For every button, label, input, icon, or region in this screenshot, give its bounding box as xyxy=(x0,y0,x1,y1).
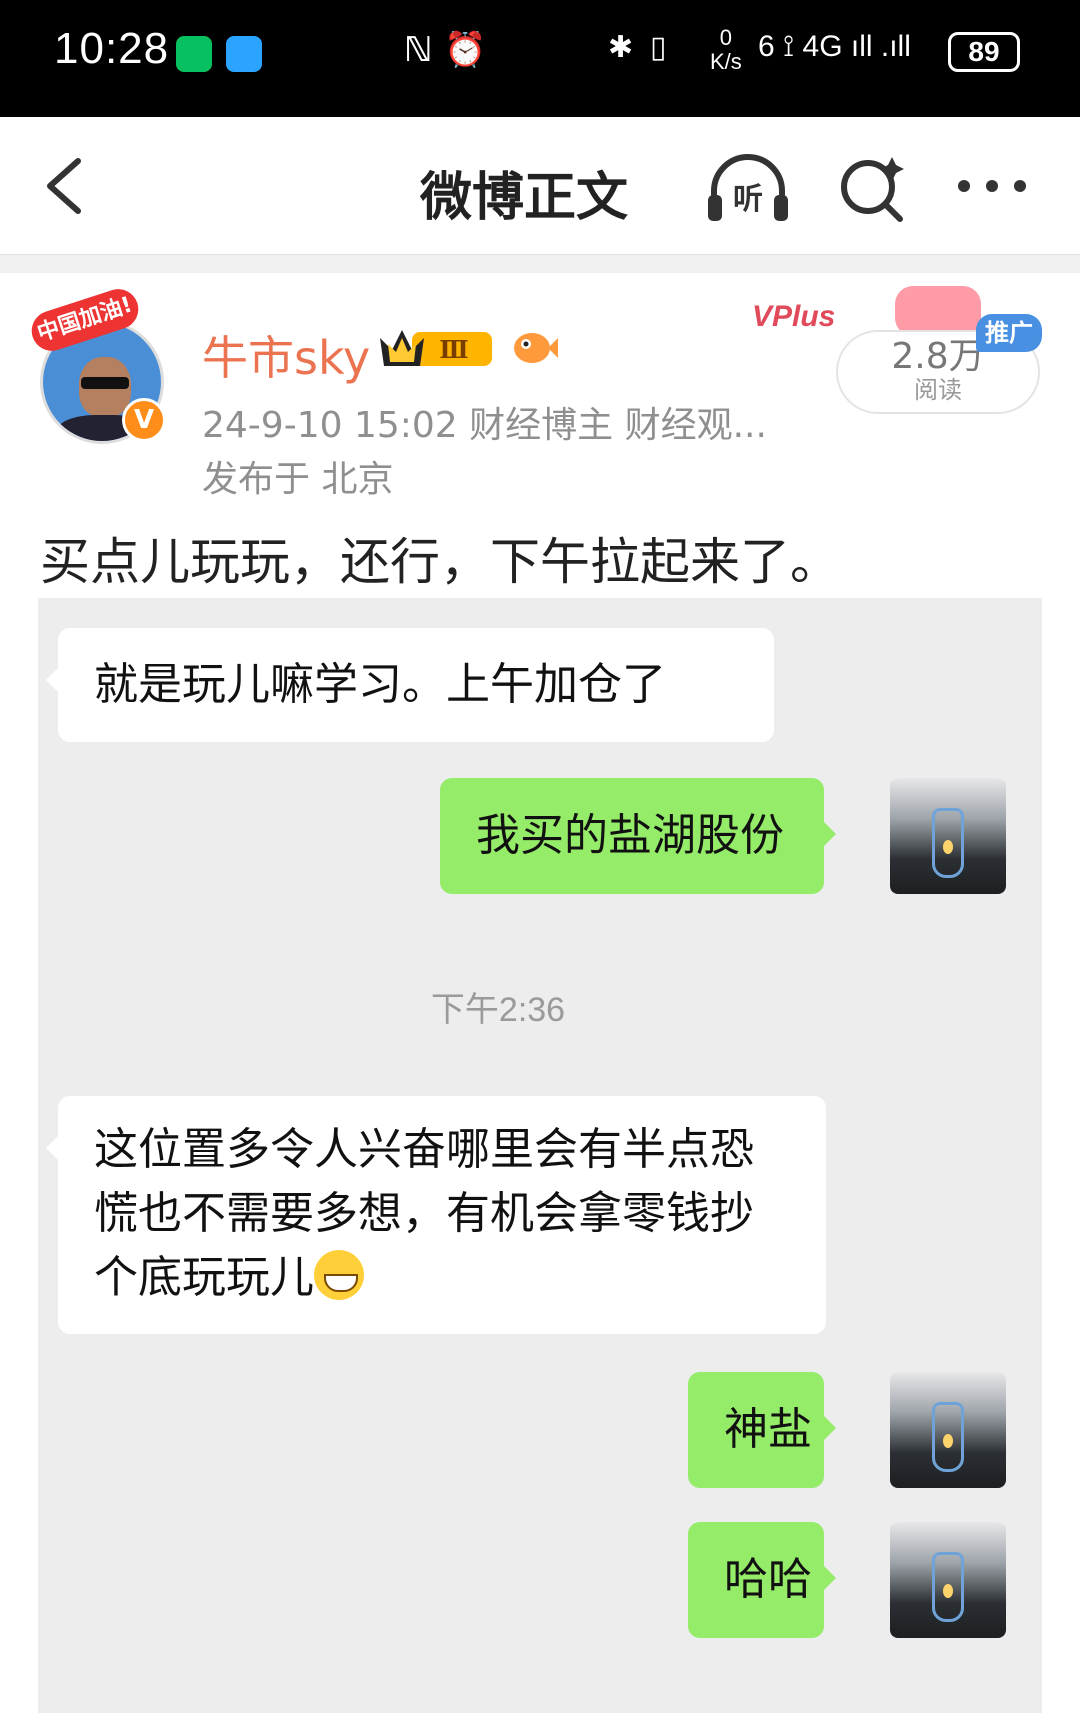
listen-icon[interactable]: 听 xyxy=(704,147,792,227)
net-speed-unit: K/s xyxy=(710,49,742,74)
search-icon[interactable] xyxy=(836,147,908,227)
chat-avatar-lantern xyxy=(890,1372,1006,1488)
chat-screenshot-image[interactable]: 就是玩儿嘛学习。上午加仓了 我买的盐湖股份 下午2:36 这位置多令人兴奋哪里会… xyxy=(38,598,1042,1713)
read-count-label: 阅读 xyxy=(914,376,962,404)
listen-label: 听 xyxy=(733,182,763,217)
message-icon xyxy=(226,36,262,72)
vplus-logo[interactable]: VPlus xyxy=(752,300,835,334)
vplus-decoration xyxy=(895,286,981,336)
chat-avatar-lantern xyxy=(890,778,1006,894)
verified-badge: V xyxy=(122,398,166,442)
chat-message-text: 这位置多令人兴奋哪里会有半点恐慌也不需要多想，有机会拿零钱抄个底玩玩儿 xyxy=(94,1124,754,1303)
status-bar: 10:28 ℕ ⏰ ✱ ▯ 0 K/s 6 ⟟ 4G ıll .ıll 89 xyxy=(0,0,1080,117)
vip-crown-badge[interactable]: Ⅲ xyxy=(378,324,498,372)
post-text: 买点儿玩玩，还行，下午拉起来了。 xyxy=(40,533,840,591)
battery-indicator: 89 xyxy=(948,32,1020,72)
fish-badge-icon xyxy=(514,333,558,363)
back-arrow-icon[interactable] xyxy=(38,153,98,219)
chat-bubble-right: 我买的盐湖股份 xyxy=(440,778,836,894)
avatar-sunglasses xyxy=(81,377,129,389)
section-divider xyxy=(0,255,1080,273)
chat-avatar-lantern xyxy=(890,1522,1006,1638)
net-speed: 0 K/s xyxy=(710,26,742,74)
more-options-icon[interactable] xyxy=(956,171,1028,201)
chat-message-text: 我买的盐湖股份 xyxy=(476,810,784,861)
chat-timestamp: 下午2:36 xyxy=(430,991,566,1029)
chat-bubble-right: 神盐 xyxy=(688,1372,836,1488)
nav-bar: 微博正文 听 xyxy=(0,117,1080,255)
grin-emoji-icon xyxy=(314,1250,364,1300)
lantern-flame xyxy=(943,840,953,854)
chat-bubble-right: 哈哈 xyxy=(688,1522,836,1638)
lantern-flame xyxy=(943,1584,953,1598)
net-speed-value: 0 xyxy=(719,25,733,50)
chat-bubble-left: 就是玩儿嘛学习。上午加仓了 xyxy=(46,628,774,742)
wifi-signal-icons: 6 ⟟ 4G ıll .ıll xyxy=(758,30,911,63)
promo-tag: 推广 xyxy=(976,314,1042,352)
wechat-icon xyxy=(176,36,212,72)
post-location: 发布于 北京 xyxy=(202,459,394,500)
status-time: 10:28 xyxy=(54,24,170,73)
username[interactable]: 牛市sky xyxy=(202,322,370,388)
vibrate-icon: ▯ xyxy=(650,31,667,64)
chat-bubble-left: 这位置多令人兴奋哪里会有半点恐慌也不需要多想，有机会拿零钱抄个底玩玩儿 xyxy=(46,1096,826,1334)
chat-message-text: 哈哈 xyxy=(724,1554,812,1605)
lantern-flame xyxy=(943,1434,953,1448)
vip-level-label: Ⅲ xyxy=(439,335,468,364)
nfc-alarm-icons: ℕ ⏰ xyxy=(404,30,487,70)
bluetooth-icon: ✱ xyxy=(608,31,634,64)
post-meta: 24-9-10 15:02 财经博主 财经观... xyxy=(202,405,767,446)
page-title: 微博正文 xyxy=(420,168,629,228)
chat-message-text: 神盐 xyxy=(724,1404,812,1455)
chat-message-text: 就是玩儿嘛学习。上午加仓了 xyxy=(94,659,666,710)
